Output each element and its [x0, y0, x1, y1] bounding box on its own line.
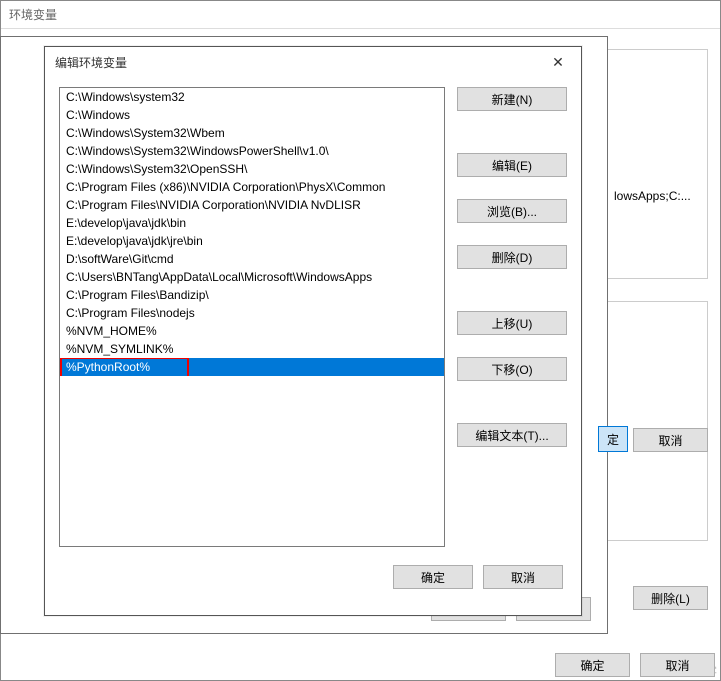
path-list-item[interactable]: C:\Program Files\NVIDIA Corporation\NVID… [60, 196, 444, 214]
path-list[interactable]: C:\Windows\system32C:\WindowsC:\Windows\… [59, 87, 445, 547]
cancel-button[interactable]: 取消 [640, 653, 715, 677]
delete-button[interactable]: 删除(L) [633, 586, 708, 610]
move-up-button[interactable]: 上移(U) [457, 311, 567, 335]
edit-buttons-col: 新建(N) 编辑(E) 浏览(B)... 删除(D) 上移(U) 下移(O) 编… [457, 87, 567, 547]
path-list-item[interactable]: E:\develop\java\jdk\bin [60, 214, 444, 232]
partial-ok-button[interactable]: 定 [598, 426, 628, 452]
delete-button[interactable]: 删除(D) [457, 245, 567, 269]
path-list-item[interactable]: %PythonRoot% [60, 358, 444, 376]
edit-text-button[interactable]: 编辑文本(T)... [457, 423, 567, 447]
path-list-item[interactable]: C:\Windows\System32\WindowsPowerShell\v1… [60, 142, 444, 160]
path-list-item[interactable]: E:\develop\java\jdk\jre\bin [60, 232, 444, 250]
path-list-item[interactable]: %NVM_HOME% [60, 322, 444, 340]
edit-title: 编辑环境变量 [55, 54, 127, 71]
edit-titlebar: 编辑环境变量 ✕ [45, 47, 581, 77]
edit-button[interactable]: 编辑(E) [457, 153, 567, 177]
cancel-button[interactable]: 取消 [483, 565, 563, 589]
bottom-buttons: 确定 取消 [555, 653, 715, 677]
browse-button[interactable]: 浏览(B)... [457, 199, 567, 223]
edit-env-dialog: 编辑环境变量 ✕ C:\Windows\system32C:\WindowsC:… [44, 46, 582, 616]
move-down-button[interactable]: 下移(O) [457, 357, 567, 381]
edit-body: C:\Windows\system32C:\WindowsC:\Windows\… [45, 77, 581, 557]
edit-footer: 确定 取消 [45, 557, 581, 601]
new-button[interactable]: 新建(N) [457, 87, 567, 111]
ok-button[interactable]: 确定 [555, 653, 630, 677]
path-list-item[interactable]: C:\Windows\System32\OpenSSH\ [60, 160, 444, 178]
path-list-item[interactable]: C:\Users\BNTang\AppData\Local\Microsoft\… [60, 268, 444, 286]
path-list-item[interactable]: C:\Program Files (x86)\NVIDIA Corporatio… [60, 178, 444, 196]
path-list-item[interactable]: C:\Windows [60, 106, 444, 124]
env-vars-title: 环境变量 [9, 6, 57, 23]
path-list-item[interactable]: %NVM_SYMLINK% [60, 340, 444, 358]
env-vars-titlebar: 环境变量 [1, 1, 720, 29]
close-icon[interactable]: ✕ [543, 52, 573, 72]
path-list-item[interactable]: C:\Windows\system32 [60, 88, 444, 106]
path-list-item[interactable]: C:\Program Files\nodejs [60, 304, 444, 322]
path-list-item[interactable]: C:\Windows\System32\Wbem [60, 124, 444, 142]
path-list-item[interactable]: D:\softWare\Git\cmd [60, 250, 444, 268]
path-list-item[interactable]: C:\Program Files\Bandizip\ [60, 286, 444, 304]
cancel-button[interactable]: 取消 [633, 428, 708, 452]
ok-button[interactable]: 确定 [393, 565, 473, 589]
user-var-value-preview: lowsApps;C:... [614, 189, 710, 203]
